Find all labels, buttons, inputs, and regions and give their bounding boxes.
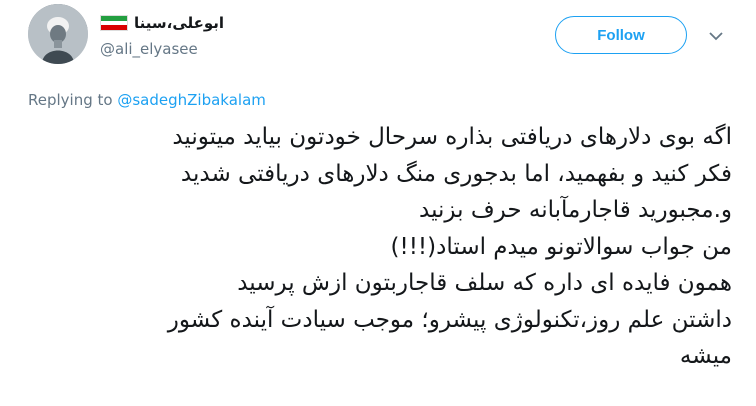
avatar[interactable] bbox=[28, 4, 88, 64]
chevron-down-icon[interactable] bbox=[708, 28, 724, 44]
author-handle[interactable]: @ali_elyasee bbox=[100, 40, 198, 58]
tweet-line: و.مجبورید قاجارمآبانه حرف بزنید bbox=[419, 197, 732, 223]
iran-flag-icon bbox=[100, 15, 128, 31]
follow-button[interactable]: Follow bbox=[555, 16, 687, 54]
author-display-name[interactable]: ابوعلی،سینا bbox=[134, 14, 224, 32]
reply-mention-link[interactable]: @sadeghZibakalam bbox=[117, 91, 266, 109]
tweet-text: اگه بوی دلارهای دریافتی بذاره سرحال خودت… bbox=[20, 119, 732, 375]
tweet-line: فکر کنید و بفهمید، اما بدجوری منگ دلارها… bbox=[180, 160, 732, 187]
tweet-line: میشه bbox=[679, 343, 732, 369]
tweet-line: من جواب سوالاتونو میدم استاد(!!!) bbox=[390, 233, 732, 260]
replying-to-label: Replying to bbox=[28, 91, 118, 109]
author-name-row: ابوعلی،سینا bbox=[100, 12, 224, 34]
tweet-line: داشتن علم روز،تکنولوژی پیشرو؛ موجب سیادت… bbox=[167, 306, 732, 333]
avatar-image bbox=[28, 4, 88, 64]
tweet-line: اگه بوی دلارهای دریافتی بذاره سرحال خودت… bbox=[172, 124, 732, 150]
replying-to: Replying to @sadeghZibakalam bbox=[28, 91, 266, 109]
flag-stripe-red bbox=[101, 25, 127, 31]
tweet-line: همون فایده ای داره که سلف قاجاربتون ازش … bbox=[237, 270, 732, 296]
